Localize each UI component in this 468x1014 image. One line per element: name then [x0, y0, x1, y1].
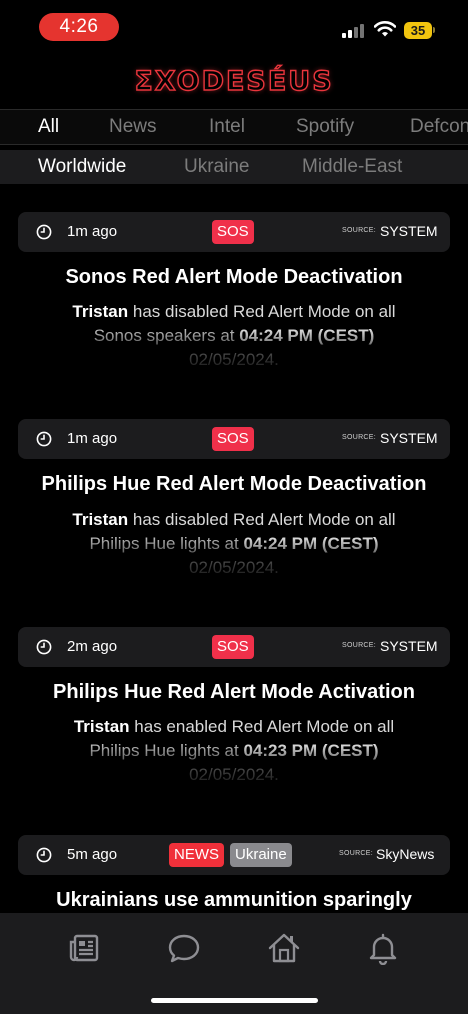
region-tabs: Worldwide Ukraine Middle-East [0, 150, 468, 184]
chat-icon[interactable] [167, 931, 201, 965]
region-worldwide[interactable]: Worldwide [38, 156, 126, 178]
app-logo: ΣXODESÉUS [134, 65, 334, 97]
news-icon[interactable] [67, 931, 101, 965]
card-meta: 2m ago SOS SOURCE: SYSTEM [18, 627, 450, 667]
source-label: SOURCE: [342, 227, 376, 234]
card-user: Tristan [72, 510, 129, 529]
source-value: SkyNews [376, 846, 435, 862]
tag-news: NEWS [169, 843, 224, 867]
card-text: has enabled Red Alert Mode on all [129, 717, 395, 736]
category-tabs: All News Intel Spotify Defcon [0, 109, 468, 145]
clock-icon [36, 847, 52, 863]
source-value: SYSTEM [380, 430, 438, 446]
card-text: has disabled Red Alert Mode on all [128, 510, 396, 529]
card-meta: 1m ago SOS SOURCE: SYSTEM [18, 419, 450, 459]
card-user: Tristan [73, 717, 130, 736]
card-body: Tristan has disabled Red Alert Mode on a… [50, 508, 418, 580]
status-time: 4:26 [39, 13, 119, 41]
card-title: Philips Hue Red Alert Mode Deactivation [41, 473, 427, 495]
card-title: Sonos Red Alert Mode Deactivation [65, 266, 403, 288]
card-text: has disabled Red Alert Mode on all [128, 302, 396, 321]
source-label: SOURCE: [342, 434, 376, 441]
card-time: 2m ago [67, 638, 118, 655]
status-bar: 4:26 35 [0, 0, 468, 54]
tag-sos: SOS [212, 220, 254, 244]
card-date: 02/05/2024. [189, 558, 279, 577]
tab-intel[interactable]: Intel [209, 116, 245, 138]
card-title: Philips Hue Red Alert Mode Activation [53, 681, 415, 703]
card-body: Tristan has disabled Red Alert Mode on a… [50, 300, 418, 372]
clock-icon [36, 224, 52, 240]
card-date: 02/05/2024. [189, 765, 279, 784]
card-text: Philips Hue lights at [89, 534, 244, 553]
region-ukraine[interactable]: Ukraine [184, 156, 249, 178]
wifi-icon [374, 21, 396, 37]
battery-icon: 35 [404, 22, 435, 39]
tag-sos: SOS [212, 635, 254, 659]
tag-ukraine: Ukraine [230, 843, 292, 867]
card-title: Ukrainians use ammunition sparingly [56, 889, 412, 911]
home-indicator[interactable] [151, 998, 318, 1003]
card-user: Tristan [72, 302, 129, 321]
card-meta: 5m ago NEWS Ukraine SOURCE: SkyNews [18, 835, 450, 875]
cellular-signal-icon [342, 24, 366, 38]
region-middle-east[interactable]: Middle-East [302, 156, 402, 178]
card-time: 1m ago [67, 430, 118, 447]
tag-sos: SOS [212, 427, 254, 451]
home-icon[interactable] [267, 931, 301, 965]
clock-icon [36, 639, 52, 655]
card-text: Philips Hue lights at [89, 741, 244, 760]
tab-defcon[interactable]: Defcon [410, 116, 468, 138]
card-body: Tristan has enabled Red Alert Mode on al… [50, 715, 418, 787]
source-value: SYSTEM [380, 638, 438, 654]
card-text: Sonos speakers at [93, 326, 240, 345]
card-timestamp: 04:24 PM (CEST) [239, 326, 375, 345]
clock-icon [36, 431, 52, 447]
card-date: 02/05/2024. [189, 350, 279, 369]
card-timestamp: 04:23 PM (CEST) [243, 741, 379, 760]
card-meta: 1m ago SOS SOURCE: SYSTEM [18, 212, 450, 252]
tab-spotify[interactable]: Spotify [296, 116, 354, 138]
source-label: SOURCE: [342, 642, 376, 649]
card-time: 5m ago [67, 846, 118, 863]
card-timestamp: 04:24 PM (CEST) [243, 534, 379, 553]
tab-all[interactable]: All [38, 116, 59, 138]
card-time: 1m ago [67, 223, 118, 240]
source-label: SOURCE: [339, 850, 373, 857]
tab-news[interactable]: News [109, 116, 157, 138]
bell-icon[interactable] [366, 931, 400, 965]
source-value: SYSTEM [380, 223, 438, 239]
